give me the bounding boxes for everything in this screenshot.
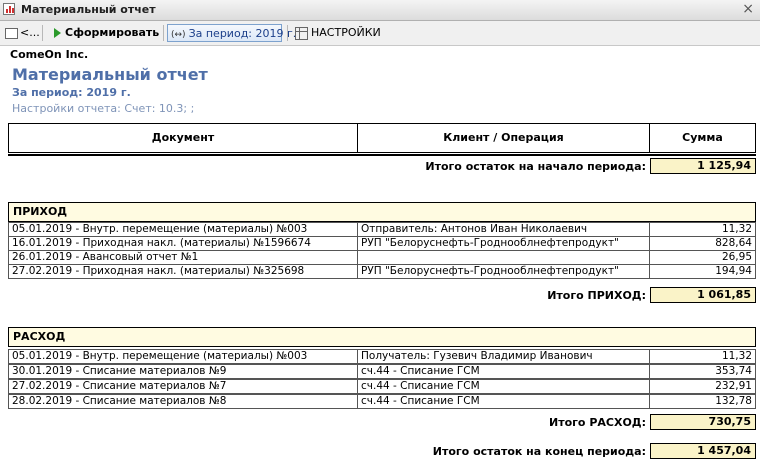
report-settings: Настройки отчета: Счет: 10.3; ; — [12, 102, 195, 115]
row-document: 05.01.2019 - Внутр. перемещение (материа… — [8, 349, 358, 364]
row-client: РУП "Белоруснефть-Гродноoблнефтепродукт" — [357, 236, 650, 251]
expense-total-label: Итого РАСХОД: — [549, 416, 646, 429]
company-name: ComeOn Inc. — [10, 48, 89, 61]
row-document: 27.02.2019 - Списание материалов №7 — [8, 379, 358, 394]
settings-button[interactable]: НАСТРОЙКИ — [293, 24, 383, 42]
row-sum: 828,64 — [649, 236, 756, 251]
row-sum: 26,95 — [649, 250, 756, 265]
period-label: За период: 2019 г. — [188, 27, 297, 40]
row-client: сч.44 - Списание ГСМ — [357, 394, 650, 409]
table-row: 30.01.2019 - Списание материалов №9 сч.4… — [8, 364, 756, 379]
toolbar-separator — [287, 25, 288, 41]
back-button[interactable]: <... — [2, 24, 40, 42]
title-bar: Материальный отчет × — [0, 0, 760, 21]
toolbar-separator — [42, 25, 43, 41]
expense-total-value: 730,75 — [650, 414, 756, 430]
printer-icon — [5, 27, 18, 39]
period-arrows-icon: (↔) — [171, 30, 186, 40]
report-period: За период: 2019 г. — [12, 86, 131, 99]
table-row: 05.01.2019 - Внутр. перемещение (материа… — [8, 222, 756, 237]
toolbar-separator — [163, 25, 164, 41]
table-row: 27.02.2019 - Списание материалов №7 сч.4… — [8, 379, 756, 394]
row-sum: 11,32 — [649, 222, 756, 237]
row-sum: 232,91 — [649, 379, 756, 394]
toolbar: <... Сформировать (↔) За период: 2019 г. … — [0, 21, 760, 46]
row-sum: 11,32 — [649, 349, 756, 364]
row-document: 27.02.2019 - Приходная накл. (материалы)… — [8, 264, 358, 279]
opening-balance-value: 1 125,94 — [650, 158, 756, 174]
row-sum: 353,74 — [649, 364, 756, 379]
closing-balance-label: Итого остаток на конец периода: — [432, 445, 646, 458]
row-document: 30.01.2019 - Списание материалов №9 — [8, 364, 358, 379]
settings-grid-icon — [295, 26, 308, 40]
header-divider — [8, 151, 756, 156]
back-label: <... — [20, 26, 40, 39]
report-content: ComeOn Inc. Материальный отчет За период… — [0, 46, 760, 466]
row-document: 16.01.2019 - Приходная накл. (материалы)… — [8, 236, 358, 251]
generate-label: Сформировать — [65, 26, 160, 39]
row-client: сч.44 - Списание ГСМ — [357, 364, 650, 379]
income-total-label: Итого ПРИХОД: — [547, 289, 646, 302]
row-client — [357, 250, 650, 265]
income-section-title: ПРИХОД — [8, 202, 756, 222]
row-sum: 132,78 — [649, 394, 756, 409]
row-client: сч.44 - Списание ГСМ — [357, 379, 650, 394]
settings-label: НАСТРОЙКИ — [311, 26, 381, 39]
table-row: 16.01.2019 - Приходная накл. (материалы)… — [8, 236, 756, 251]
income-total-value: 1 061,85 — [650, 287, 756, 303]
table-row: 26.01.2019 - Авансовый отчет №1 26,95 — [8, 250, 756, 265]
row-client: РУП "Белоруснефть-Гродноoблнефтепродукт" — [357, 264, 650, 279]
table-row: 05.01.2019 - Внутр. перемещение (материа… — [8, 349, 756, 364]
close-icon[interactable]: × — [742, 1, 754, 17]
period-button[interactable]: (↔) За период: 2019 г. — [167, 24, 296, 42]
window-title: Материальный отчет — [21, 3, 156, 16]
generate-button[interactable]: Сформировать — [48, 24, 160, 42]
play-icon — [54, 28, 61, 38]
row-document: 05.01.2019 - Внутр. перемещение (материа… — [8, 222, 358, 237]
report-chart-icon — [3, 3, 15, 15]
report-title: Материальный отчет — [12, 65, 208, 84]
row-document: 28.02.2019 - Списание материалов №8 — [8, 394, 358, 409]
table-row: 27.02.2019 - Приходная накл. (материалы)… — [8, 264, 756, 279]
row-client: Получатель: Гузевич Владимир Иванович — [357, 349, 650, 364]
expense-section-title: РАСХОД — [8, 327, 756, 347]
table-row: 28.02.2019 - Списание материалов №8 сч.4… — [8, 394, 756, 409]
column-header-document: Документ — [8, 123, 358, 153]
column-header-client: Клиент / Операция — [357, 123, 650, 153]
row-document: 26.01.2019 - Авансовый отчет №1 — [8, 250, 358, 265]
column-header-sum: Сумма — [649, 123, 756, 153]
closing-balance-value: 1 457,04 — [650, 443, 756, 459]
opening-balance-label: Итого остаток на начало периода: — [425, 160, 646, 173]
row-sum: 194,94 — [649, 264, 756, 279]
row-client: Отправитель: Антонов Иван Николаевич — [357, 222, 650, 237]
